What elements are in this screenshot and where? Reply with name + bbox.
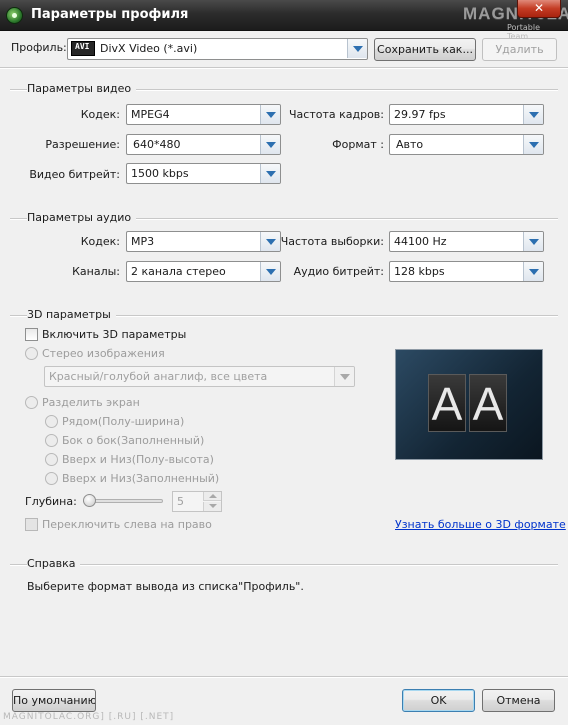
samplerate-value: 44100 Hz xyxy=(394,235,447,248)
video-codec-value: MPEG4 xyxy=(131,108,170,121)
audio-group-title: Параметры аудио xyxy=(27,211,137,225)
audio-bitrate-value: 128 kbps xyxy=(394,265,445,278)
chevron-down-icon[interactable] xyxy=(523,262,543,281)
channels-dropdown[interactable]: 2 канала стерео xyxy=(126,261,281,282)
video-bitrate-dropdown[interactable]: 1500 kbps xyxy=(126,163,281,184)
preview-letter: A xyxy=(428,374,466,432)
depth-value: 5 xyxy=(177,495,184,508)
split-option-radio[interactable] xyxy=(45,453,58,466)
split-option-radio[interactable] xyxy=(45,415,58,428)
resolution-dropdown[interactable]: 640*480 xyxy=(126,134,281,155)
default-button[interactable]: По умолчанию xyxy=(12,689,96,712)
audio-bitrate-label: Аудио битрейт: xyxy=(293,265,384,278)
split-option-label: Бок о бок(Заполненный) xyxy=(62,434,205,447)
swap-lr-label: Переключить слева на право xyxy=(42,518,212,531)
threed-group-title: 3D параметры xyxy=(27,308,116,322)
help-group-title: Справка xyxy=(27,557,81,571)
samplerate-label: Частота выборки: xyxy=(280,235,384,248)
split-option-radio[interactable] xyxy=(45,434,58,447)
chevron-down-icon[interactable] xyxy=(523,105,543,124)
swap-lr-checkbox[interactable] xyxy=(25,518,38,531)
chevron-down-icon[interactable] xyxy=(523,135,543,154)
format-value: Авто xyxy=(396,138,424,151)
framerate-dropdown[interactable]: 29.97 fps xyxy=(389,104,544,125)
ok-button[interactable]: OK xyxy=(402,689,475,712)
framerate-label: Частота кадров: xyxy=(288,108,384,121)
video-codec-label: Кодек: xyxy=(80,108,120,121)
profile-settings-window: Параметры профиля MAGNIT0LA Portable Tea… xyxy=(0,0,568,725)
app-icon xyxy=(6,7,23,24)
depth-slider-thumb[interactable] xyxy=(83,494,96,507)
split-screen-radio[interactable] xyxy=(25,396,38,409)
chevron-down-icon[interactable] xyxy=(260,135,280,154)
split-option-label: Вверх и Низ(Заполненный) xyxy=(62,472,220,485)
split-option-radio[interactable] xyxy=(45,472,58,485)
depth-stepper[interactable]: 5 xyxy=(172,491,222,512)
video-group-title: Параметры видео xyxy=(27,82,137,96)
channels-label: Каналы: xyxy=(72,265,120,278)
title-bar: Параметры профиля MAGNIT0LA Portable Tea… xyxy=(0,0,568,41)
preview-letter: A xyxy=(469,374,507,432)
window-title: Параметры профиля xyxy=(31,7,189,22)
save-as-button[interactable]: Сохранить как... xyxy=(374,38,476,61)
split-screen-label: Разделить экран xyxy=(42,396,140,409)
video-codec-dropdown[interactable]: MPEG4 xyxy=(126,104,281,125)
watermark: MAGNITOLAC.ORG] [.RU] [.NET] xyxy=(3,712,175,722)
chevron-down-icon[interactable] xyxy=(523,232,543,251)
resolution-value: 640*480 xyxy=(133,138,181,151)
stepper-up-icon[interactable] xyxy=(203,492,221,501)
stepper-down-icon[interactable] xyxy=(203,502,221,511)
split-option-label: Рядом(Полу-ширина) xyxy=(62,415,185,428)
anaglyph-dropdown[interactable]: Красный/голубой анаглиф, все цвета xyxy=(44,366,355,387)
chevron-down-icon[interactable] xyxy=(347,39,367,58)
split-option-label: Вверх и Низ(Полу-высота) xyxy=(62,453,214,466)
close-button[interactable]: ✕ xyxy=(517,0,561,18)
stereo-radio[interactable] xyxy=(25,347,38,360)
help-text: Выберите формат вывода из списка"Профиль… xyxy=(27,580,304,593)
delete-button[interactable]: Удалить xyxy=(482,38,557,61)
enable-3d-label: Включить 3D параметры xyxy=(42,328,187,341)
depth-label: Глубина: xyxy=(25,495,77,508)
audio-codec-label: Кодек: xyxy=(80,235,120,248)
help-group-line xyxy=(10,564,558,566)
cancel-button[interactable]: Отмена xyxy=(482,689,555,712)
video-bitrate-value: 1500 kbps xyxy=(131,167,189,180)
chevron-down-icon[interactable] xyxy=(260,164,280,183)
samplerate-dropdown[interactable]: 44100 Hz xyxy=(389,231,544,252)
audio-bitrate-dropdown[interactable]: 128 kbps xyxy=(389,261,544,282)
resolution-label: Разрешение: xyxy=(45,138,120,151)
learn-more-3d-link[interactable]: Узнать больше о 3D формате xyxy=(395,518,566,531)
profile-dropdown[interactable]: AVI DivX Video (*.avi) xyxy=(67,38,368,60)
framerate-value: 29.97 fps xyxy=(394,108,446,121)
format-dropdown[interactable]: Авто xyxy=(389,134,544,155)
chevron-down-icon[interactable] xyxy=(334,367,354,386)
stereo-label: Стерео изображения xyxy=(42,347,165,360)
divider xyxy=(0,67,568,69)
profile-label: Профиль: xyxy=(11,41,67,54)
avi-file-icon: AVI xyxy=(71,41,95,56)
anaglyph-value: Красный/голубой анаглиф, все цвета xyxy=(49,370,268,383)
chevron-down-icon[interactable] xyxy=(260,105,280,124)
channels-value: 2 канала стерео xyxy=(131,265,226,278)
enable-3d-checkbox[interactable] xyxy=(25,328,38,341)
video-bitrate-label: Видео битрейт: xyxy=(29,168,120,181)
profile-value: DivX Video (*.avi) xyxy=(100,42,198,55)
divider xyxy=(0,676,568,678)
audio-codec-dropdown[interactable]: MP3 xyxy=(126,231,281,252)
3d-preview-image: A A xyxy=(395,349,543,460)
audio-codec-value: MP3 xyxy=(131,235,155,248)
format-label: Формат : xyxy=(332,138,384,151)
